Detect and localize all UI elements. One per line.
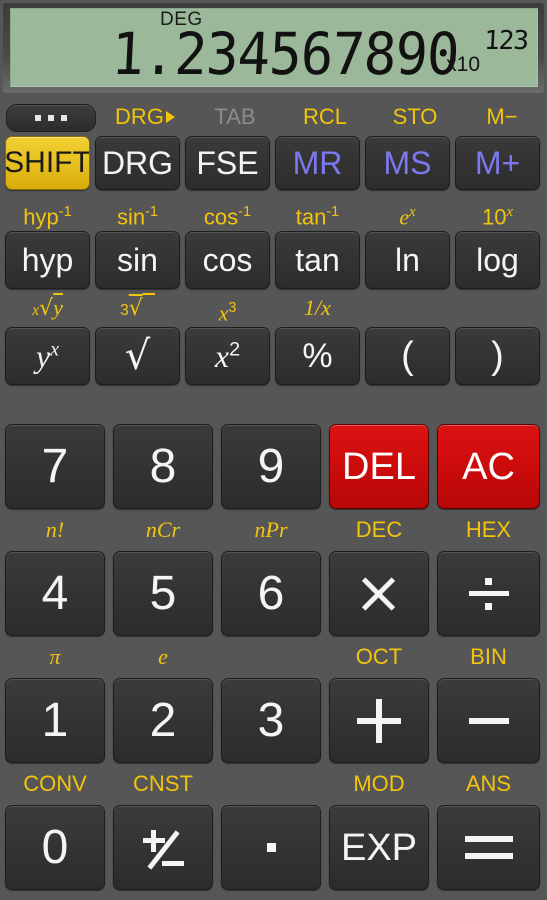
calculator-app: DEG 1.234567890 x10 123 DRG TAB RCL STO … <box>0 0 547 900</box>
equals-key[interactable] <box>437 805 540 890</box>
shift-label-drg: DRG <box>100 105 190 129</box>
display-exponent-prefix: x10 <box>446 53 480 76</box>
digit-3-key[interactable]: 3 <box>221 678 321 763</box>
percent-key[interactable]: % <box>275 327 360 385</box>
log-key[interactable]: log <box>455 231 540 289</box>
x-squared-key[interactable]: x2 <box>185 327 270 385</box>
square-root-key[interactable]: √ <box>95 327 180 385</box>
shift-label-atan: tan-1 <box>295 204 340 230</box>
shift-label-e-power-x: ex <box>399 204 416 230</box>
digit-0-key[interactable]: 0 <box>5 805 105 890</box>
shift-label-asin: sin-1 <box>116 204 159 230</box>
shift-label-x-cubed: x3 <box>218 300 237 326</box>
shift-label-hyp-inverse: hyp-1 <box>23 204 72 230</box>
digit-8-key[interactable]: 8 <box>113 424 213 509</box>
shift-label-npr: nPr <box>254 517 288 542</box>
digit-5-key[interactable]: 5 <box>113 551 213 636</box>
ln-key[interactable]: ln <box>365 231 450 289</box>
sqrt-icon: √ <box>124 333 151 379</box>
shift-label-cube-root: 3√ <box>119 296 143 321</box>
delete-key[interactable]: DEL <box>329 424 429 509</box>
plus-icon <box>357 698 401 743</box>
sign-toggle-key[interactable] <box>113 805 213 890</box>
display-exponent-value: 123 <box>483 26 529 56</box>
shift-label-bin: BIN <box>470 644 507 669</box>
divide-icon <box>468 574 509 614</box>
shift-label-conv: CONV <box>23 771 87 796</box>
digit-1-key[interactable]: 1 <box>5 678 105 763</box>
shift-label-rcl: RCL <box>302 104 347 129</box>
drg-key[interactable]: DRG <box>95 136 180 190</box>
multiply-icon <box>359 574 399 614</box>
display-value: 1.234567890 <box>109 20 461 87</box>
memory-recall-key[interactable]: MR <box>275 136 360 190</box>
paren-open-key[interactable]: ( <box>365 327 450 385</box>
digit-6-key[interactable]: 6 <box>221 551 321 636</box>
overflow-menu-button[interactable] <box>6 104 96 132</box>
shift-label-factorial: n! <box>45 517 65 542</box>
shift-label-sto: STO <box>392 104 438 129</box>
minus-icon <box>468 717 509 724</box>
digit-9-key[interactable]: 9 <box>221 424 321 509</box>
y-power-x-key[interactable]: yx <box>5 327 90 385</box>
multiply-key[interactable] <box>329 551 429 636</box>
shift-label-cnst: CNST <box>133 771 193 796</box>
plus-minus-icon <box>140 825 186 871</box>
shift-label-tab: TAB <box>214 104 256 129</box>
display-bezel: DEG 1.234567890 x10 123 <box>3 3 544 93</box>
decimal-point-key[interactable] <box>221 805 321 890</box>
menu-dot-icon <box>35 115 41 121</box>
shift-label-mod: MOD <box>353 771 405 796</box>
shift-label-acos: cos-1 <box>203 204 252 230</box>
divide-key[interactable] <box>437 551 540 636</box>
cos-key[interactable]: cos <box>185 231 270 289</box>
digit-2-key[interactable]: 2 <box>113 678 213 763</box>
digit-7-key[interactable]: 7 <box>5 424 105 509</box>
shift-label-ten-power-x: 10x <box>482 204 513 230</box>
fse-key[interactable]: FSE <box>185 136 270 190</box>
shift-label-euler: e <box>158 644 168 669</box>
memory-store-key[interactable]: MS <box>365 136 450 190</box>
all-clear-key[interactable]: AC <box>437 424 540 509</box>
shift-key[interactable]: SHIFT <box>5 136 90 190</box>
drg-arrow-icon <box>165 111 175 123</box>
lcd-display: DEG 1.234567890 x10 123 <box>10 8 538 87</box>
menu-dot-icon <box>48 115 54 121</box>
shift-label-x-root-y: x√y <box>32 295 63 321</box>
shift-label-oct: OCT <box>355 644 403 669</box>
add-key[interactable] <box>329 678 429 763</box>
shift-label-dec: DEC <box>355 517 403 542</box>
shift-label-ncr: nCr <box>145 517 181 542</box>
decimal-point-icon <box>266 843 276 852</box>
shift-label-reciprocal: 1/x <box>304 295 331 320</box>
shift-label-pi: π <box>49 644 61 669</box>
equals-icon <box>464 835 513 860</box>
paren-close-key[interactable]: ) <box>455 327 540 385</box>
shift-label-hex: HEX <box>465 517 512 542</box>
menu-dot-icon <box>61 115 67 121</box>
tan-key[interactable]: tan <box>275 231 360 289</box>
subtract-key[interactable] <box>437 678 540 763</box>
exponent-key[interactable]: EXP <box>329 805 429 890</box>
digit-4-key[interactable]: 4 <box>5 551 105 636</box>
sin-key[interactable]: sin <box>95 231 180 289</box>
shift-label-m-minus: M− <box>486 104 518 129</box>
hyp-key[interactable]: hyp <box>5 231 90 289</box>
shift-label-ans: ANS <box>465 771 512 796</box>
memory-plus-key[interactable]: M+ <box>455 136 540 190</box>
